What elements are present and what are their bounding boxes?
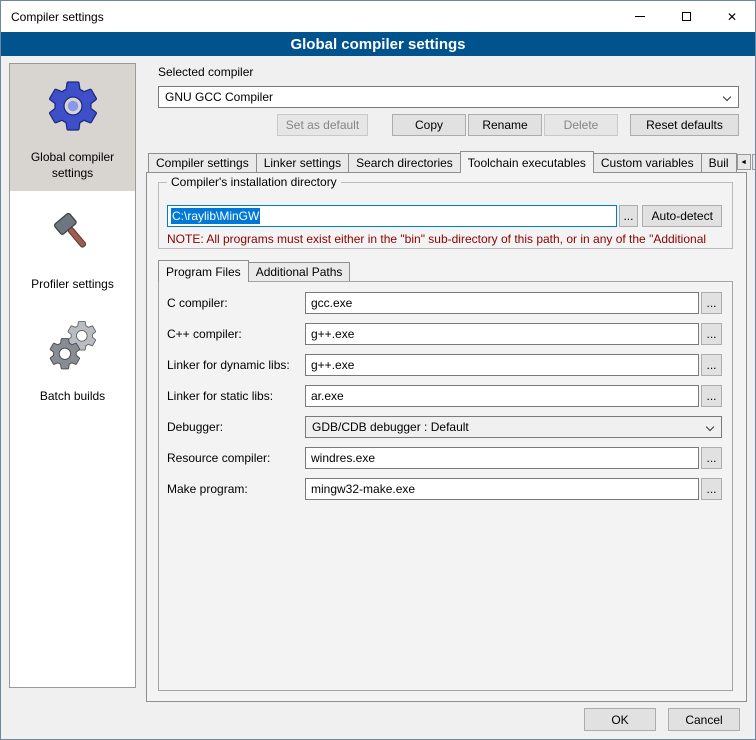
dynamic-linker-browse-button[interactable]: ... xyxy=(701,354,722,376)
reset-defaults-button[interactable]: Reset defaults xyxy=(630,114,739,136)
tab-build-options[interactable]: Buil xyxy=(701,153,737,172)
cancel-button[interactable]: Cancel xyxy=(668,708,740,731)
dynamic-linker-label: Linker for dynamic libs: xyxy=(167,358,290,372)
sidebar-item-label: Profiler settings xyxy=(31,277,114,293)
settings-tabs: Compiler settings Linker settings Search… xyxy=(148,150,747,172)
hammer-icon xyxy=(43,203,103,263)
compiler-select[interactable]: GNU GCC Compiler xyxy=(158,86,739,108)
c-compiler-browse-button[interactable]: ... xyxy=(701,292,722,314)
program-files-panel: C compiler: ... C++ compiler: ... Linker… xyxy=(158,281,733,691)
static-linker-browse-button[interactable]: ... xyxy=(701,385,722,407)
form-row-make-program: Make program: ... xyxy=(159,478,732,500)
c-compiler-input[interactable] xyxy=(305,292,699,314)
rename-button[interactable]: Rename xyxy=(468,114,542,136)
debugger-label: Debugger: xyxy=(167,420,223,434)
minimize-icon xyxy=(635,16,645,17)
chevron-down-icon xyxy=(723,93,731,101)
installation-directory-value: C:\raylib\MinGW xyxy=(171,208,260,224)
close-icon: ✕ xyxy=(727,11,737,23)
cpp-compiler-input[interactable] xyxy=(305,323,699,345)
arrow-left-icon: ◄ xyxy=(740,159,747,166)
sidebar-item-label: Batch builds xyxy=(40,389,105,405)
dialog-footer: OK Cancel xyxy=(584,708,740,731)
titlebar: Compiler settings ✕ xyxy=(1,1,755,32)
tab-linker-settings[interactable]: Linker settings xyxy=(256,153,349,172)
sidebar-item-batch-builds[interactable]: Batch builds xyxy=(10,303,135,415)
toolchain-executables-panel: Compiler's installation directory C:\ray… xyxy=(146,172,747,702)
make-program-input[interactable] xyxy=(305,478,699,500)
installation-directory-input[interactable]: C:\raylib\MinGW xyxy=(167,205,617,227)
c-compiler-label: C compiler: xyxy=(167,296,228,310)
sidebar-item-label: Global compiler settings xyxy=(12,150,133,181)
form-row-debugger: Debugger: GDB/CDB debugger : Default xyxy=(159,416,732,438)
window-controls: ✕ xyxy=(617,1,755,32)
tab-compiler-settings[interactable]: Compiler settings xyxy=(148,153,257,172)
chevron-down-icon xyxy=(706,423,714,431)
gears-stack-icon xyxy=(43,315,103,375)
subtab-program-files[interactable]: Program Files xyxy=(158,260,249,282)
form-row-cpp-compiler: C++ compiler: ... xyxy=(159,323,732,345)
make-program-label: Make program: xyxy=(167,482,248,496)
static-linker-label: Linker for static libs: xyxy=(167,389,273,403)
compiler-actions: Set as default Copy Rename Delete Reset … xyxy=(158,114,739,136)
tab-custom-variables[interactable]: Custom variables xyxy=(593,153,702,172)
tab-scroll-left-button[interactable]: ◄ xyxy=(737,154,751,170)
selected-compiler-label: Selected compiler xyxy=(158,65,253,79)
auto-detect-button[interactable]: Auto-detect xyxy=(642,205,722,227)
form-row-resource-compiler: Resource compiler: ... xyxy=(159,447,732,469)
form-row-c-compiler: C compiler: ... xyxy=(159,292,732,314)
resource-compiler-input[interactable] xyxy=(305,447,699,469)
subtab-additional-paths[interactable]: Additional Paths xyxy=(248,262,351,281)
installation-directory-group: Compiler's installation directory C:\ray… xyxy=(158,182,733,249)
cpp-compiler-label: C++ compiler: xyxy=(167,327,242,341)
dialog-header: Global compiler settings xyxy=(1,32,755,56)
settings-category-list: Global compiler settings Profiler settin… xyxy=(9,63,136,688)
compiler-select-value: GNU GCC Compiler xyxy=(165,90,273,104)
window-title: Compiler settings xyxy=(11,10,104,24)
maximize-button[interactable] xyxy=(663,1,709,32)
installation-directory-row: C:\raylib\MinGW ... Auto-detect xyxy=(167,205,722,227)
sidebar-item-global-compiler-settings[interactable]: Global compiler settings xyxy=(10,64,135,191)
make-program-browse-button[interactable]: ... xyxy=(701,478,722,500)
debugger-select-value: GDB/CDB debugger : Default xyxy=(312,420,469,434)
copy-button[interactable]: Copy xyxy=(392,114,466,136)
form-row-dynamic-linker: Linker for dynamic libs: ... xyxy=(159,354,732,376)
installation-directory-group-title: Compiler's installation directory xyxy=(167,175,341,189)
debugger-select[interactable]: GDB/CDB debugger : Default xyxy=(305,416,722,438)
tab-scroll-buttons: ◄ ► xyxy=(736,154,756,170)
sidebar-item-profiler-settings[interactable]: Profiler settings xyxy=(10,191,135,303)
programs-note: NOTE: All programs must exist either in … xyxy=(167,232,730,246)
dynamic-linker-input[interactable] xyxy=(305,354,699,376)
delete-button[interactable]: Delete xyxy=(544,114,618,136)
resource-compiler-label: Resource compiler: xyxy=(167,451,270,465)
form-row-static-linker: Linker for static libs: ... xyxy=(159,385,732,407)
tab-scroll-right-button[interactable]: ► xyxy=(752,154,756,170)
minimize-button[interactable] xyxy=(617,1,663,32)
cpp-compiler-browse-button[interactable]: ... xyxy=(701,323,722,345)
resource-compiler-browse-button[interactable]: ... xyxy=(701,447,722,469)
compiler-settings-window: Compiler settings ✕ Global compiler sett… xyxy=(0,0,756,740)
dialog-header-title: Global compiler settings xyxy=(290,36,465,53)
static-linker-input[interactable] xyxy=(305,385,699,407)
tab-toolchain-executables[interactable]: Toolchain executables xyxy=(460,151,594,173)
toolchain-subtabs: Program Files Additional Paths xyxy=(158,259,349,281)
browse-directory-button[interactable]: ... xyxy=(619,205,639,227)
main-panel: Selected compiler GNU GCC Compiler Set a… xyxy=(146,63,747,704)
ok-button[interactable]: OK xyxy=(584,708,656,731)
close-button[interactable]: ✕ xyxy=(709,1,755,32)
set-as-default-button[interactable]: Set as default xyxy=(277,114,368,136)
maximize-icon xyxy=(682,12,691,21)
tab-search-directories[interactable]: Search directories xyxy=(348,153,461,172)
gear-icon xyxy=(43,76,103,136)
